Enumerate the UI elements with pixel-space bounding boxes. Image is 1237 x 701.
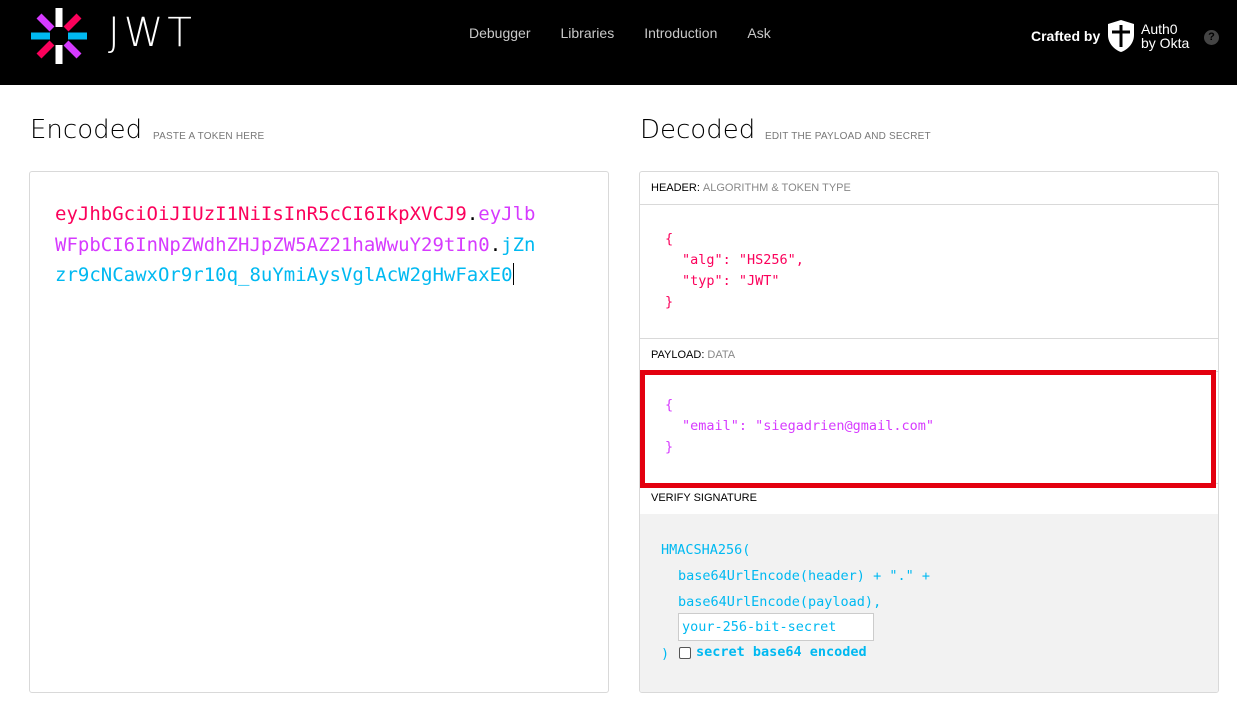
json-line: }	[665, 294, 674, 310]
divider	[640, 371, 1218, 372]
token-header-part: eyJhbGciOiJIUzI1NiIsInR5cCI6IkpXVCJ9	[55, 203, 467, 225]
json-line: "alg": "HS256",	[682, 252, 804, 268]
auth0-line2: by Okta	[1141, 35, 1190, 51]
token-dot: .	[466, 203, 479, 225]
jwt-logo-icon[interactable]	[28, 5, 90, 67]
header-label: HEADER:	[651, 182, 700, 194]
secret-input[interactable]: your-256-bit-secret	[678, 613, 874, 641]
json-line: "typ": "JWT"	[682, 273, 780, 289]
token-dot: .	[489, 233, 502, 256]
auth0-shield-icon[interactable]	[1106, 19, 1136, 53]
nav-introduction[interactable]: Introduction	[644, 24, 717, 42]
divider	[640, 204, 1218, 205]
text-caret	[512, 263, 514, 285]
payload-section-label: PAYLOAD: DATA	[640, 339, 1218, 371]
close-paren: )	[661, 646, 670, 662]
base64-checkbox-label[interactable]: secret base64 encoded	[696, 644, 867, 660]
logo-text[interactable]: JWT	[108, 10, 196, 56]
payload-json-editor[interactable]: { "email": "siegadrien@gmail.com" }	[665, 395, 934, 458]
code-line: base64UrlEncode(payload),	[678, 594, 882, 610]
code-line: base64UrlEncode(header) + "." +	[678, 568, 930, 584]
help-icon[interactable]: ?	[1204, 30, 1219, 45]
decoded-subtitle: EDIT THE PAYLOAD AND SECRET	[765, 131, 931, 142]
token-text[interactable]: eyJhbGciOiJIUzI1NiIsInR5cCI6IkpXVCJ9.eyJ…	[55, 199, 545, 291]
nav-libraries[interactable]: Libraries	[561, 24, 615, 42]
decoded-panel: HEADER: ALGORITHM & TOKEN TYPE { "alg": "…	[639, 171, 1219, 693]
json-line: {	[665, 231, 674, 247]
nav-ask[interactable]: Ask	[747, 24, 770, 42]
code-line: HMACSHA256(	[661, 542, 751, 558]
nav-debugger[interactable]: Debugger	[469, 24, 531, 42]
payload-label: PAYLOAD:	[651, 349, 705, 361]
auth0-line1: Auth0	[1141, 21, 1178, 37]
encoded-subtitle: PASTE A TOKEN HERE	[153, 131, 265, 142]
verify-label: VERIFY SIGNATURE	[651, 492, 757, 504]
json-line: "email": "siegadrien@gmail.com"	[682, 418, 934, 434]
signature-code: HMACSHA256( base64UrlEncode(header) + ".…	[661, 537, 930, 615]
json-line: }	[665, 439, 674, 455]
header-sublabel: ALGORITHM & TOKEN TYPE	[702, 182, 851, 194]
verify-signature-area: HMACSHA256( base64UrlEncode(header) + ".…	[640, 514, 1218, 692]
crafted-by-text: Crafted by	[1031, 28, 1101, 44]
payload-sublabel: DATA	[707, 349, 736, 361]
main-nav: Debugger Libraries Introduction Ask	[469, 24, 801, 42]
header-section-label: HEADER: ALGORITHM & TOKEN TYPE	[640, 172, 1218, 204]
top-navigation-bar: JWT Debugger Libraries Introduction Ask …	[0, 0, 1237, 85]
auth0-brand-text[interactable]: Auth0 by Okta	[1141, 22, 1189, 50]
base64-checkbox[interactable]	[679, 647, 691, 659]
header-json-editor[interactable]: { "alg": "HS256", "typ": "JWT" }	[665, 229, 804, 313]
encoded-token-editor[interactable]: eyJhbGciOiJIUzI1NiIsInR5cCI6IkpXVCJ9.eyJ…	[29, 171, 609, 693]
verify-section-label: VERIFY SIGNATURE	[640, 483, 1218, 514]
decoded-title: Decoded	[640, 115, 756, 145]
encoded-title: Encoded	[30, 115, 143, 145]
json-line: {	[665, 397, 674, 413]
